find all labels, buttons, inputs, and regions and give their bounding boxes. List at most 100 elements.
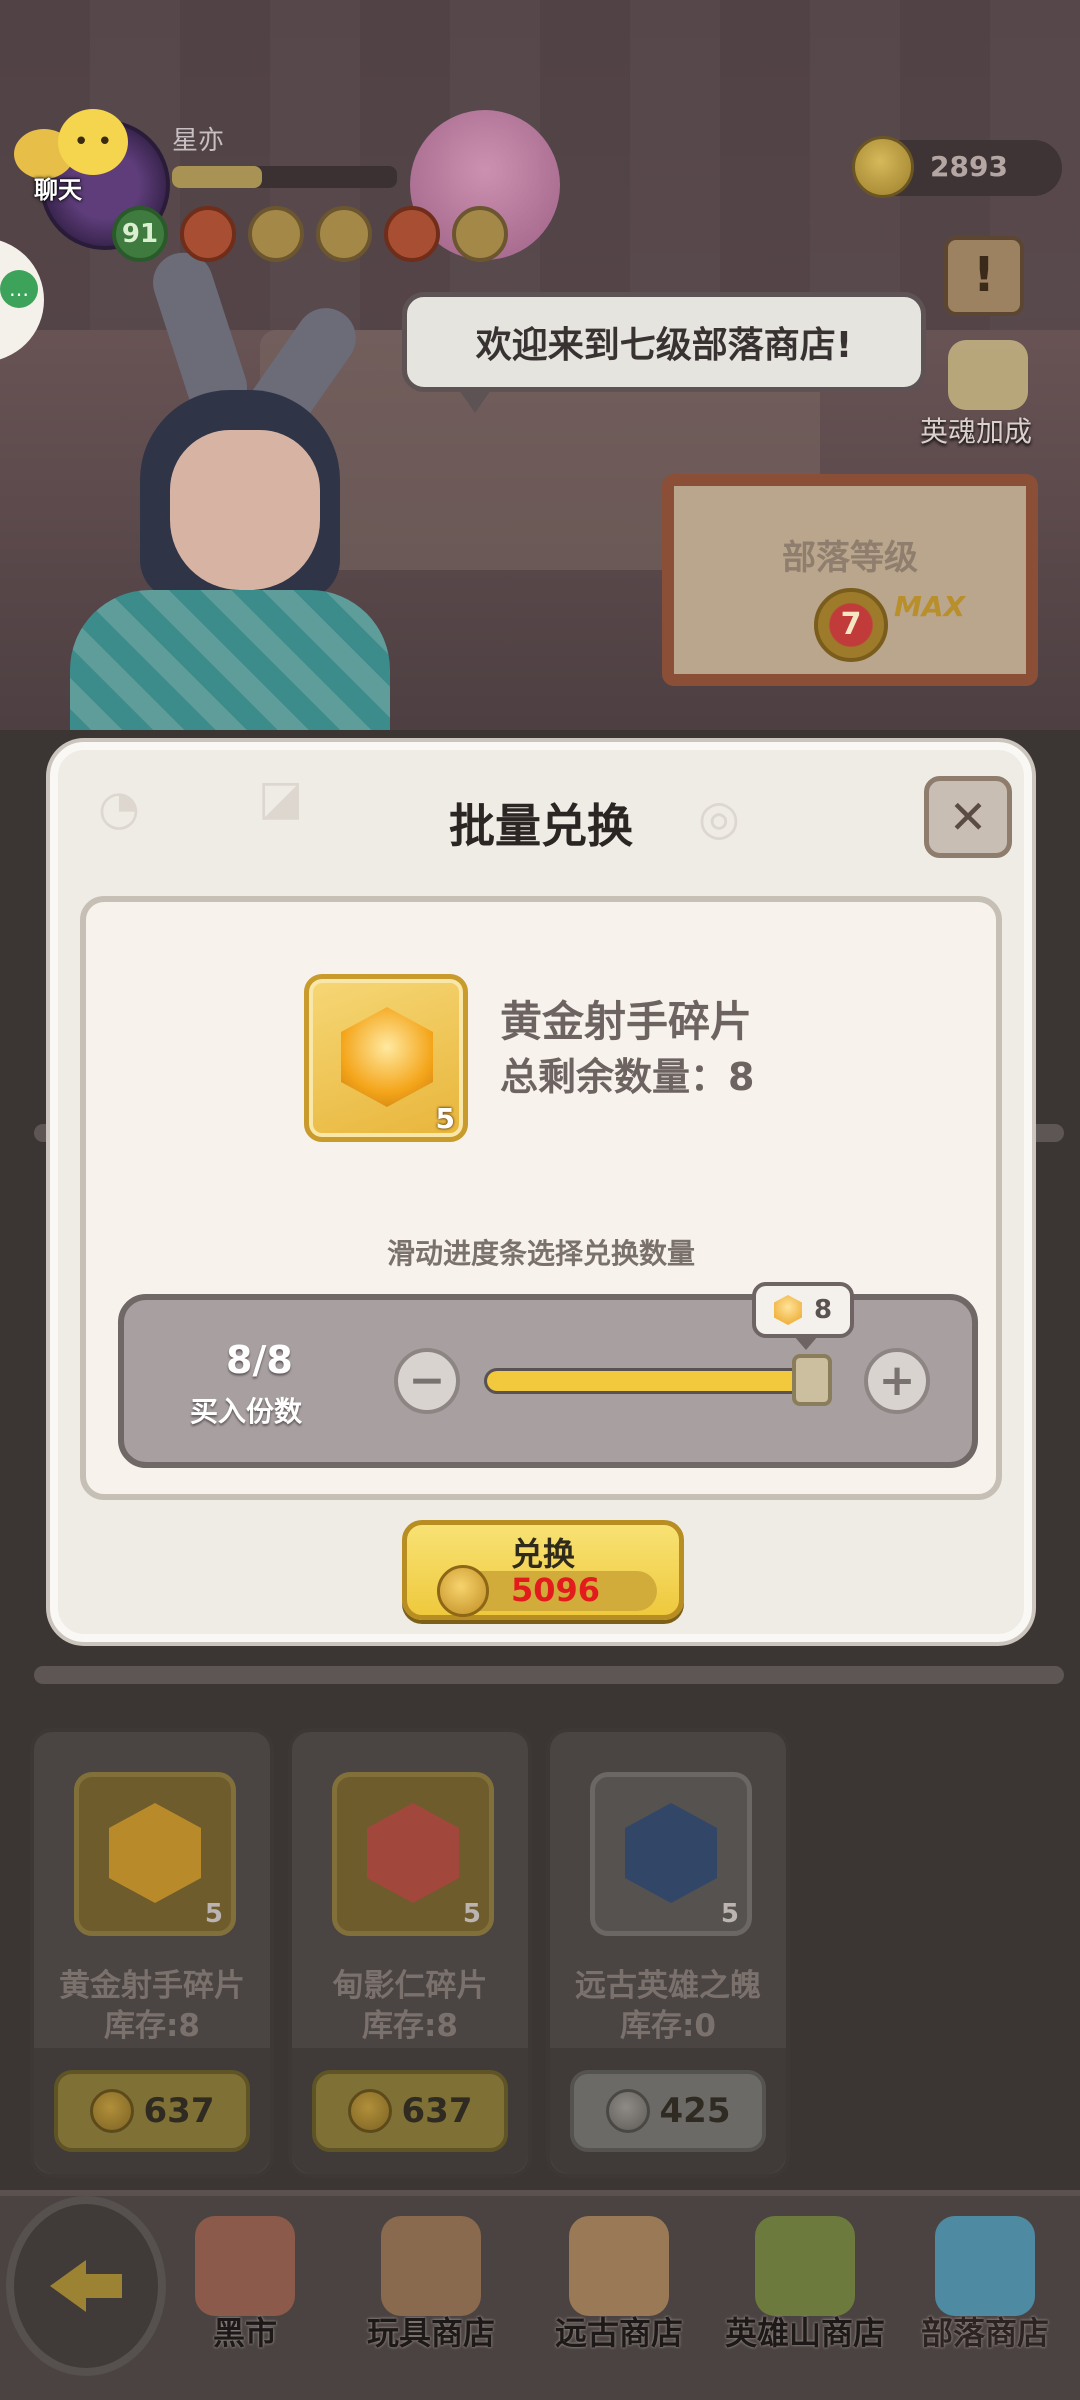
- quantity-label: 买入份数: [190, 1395, 303, 1428]
- hero-soul-icon[interactable]: [948, 340, 1028, 410]
- price-area: 637: [34, 2048, 270, 2174]
- exchange-label: 兑换: [510, 1535, 575, 1573]
- gold-coin-icon: [347, 2089, 392, 2133]
- dialog-title: 批量兑换: [449, 799, 633, 853]
- toy-shop-icon: [381, 2216, 481, 2316]
- message-icon: …: [0, 270, 38, 308]
- xp-bar: [172, 166, 397, 188]
- quantity-slider-track[interactable]: [484, 1368, 830, 1394]
- staff-badge-icon[interactable]: [316, 206, 372, 262]
- shadow-hero-shard-icon: [367, 1803, 459, 1903]
- back-button[interactable]: [6, 2196, 166, 2376]
- item-count: 5: [720, 1899, 739, 1929]
- close-icon: ✕: [948, 790, 988, 844]
- exchange-cost: 5096: [511, 1571, 601, 1609]
- emblem-badge-icon[interactable]: [180, 206, 236, 262]
- price-area: 637: [292, 2048, 528, 2174]
- exchange-button[interactable]: 兑换 5096: [402, 1520, 684, 1620]
- quantity-fraction: 8/8: [226, 1338, 293, 1382]
- price-value: 425: [659, 2091, 731, 2131]
- ancient-hero-soul-icon: [625, 1803, 717, 1903]
- silver-coin-icon: [605, 2089, 650, 2133]
- item-count: 5: [204, 1899, 223, 1929]
- shield-badge-icon[interactable]: [384, 206, 440, 262]
- item-stock: 库存:8: [362, 2008, 458, 2044]
- price-value: 637: [401, 2091, 473, 2131]
- slider-hint: 滑动进度条选择兑换数量: [386, 1237, 695, 1270]
- shop-rail: [34, 1666, 1064, 1684]
- item-count: 5: [435, 1102, 455, 1135]
- minus-icon: −: [408, 1355, 446, 1406]
- black-market-icon: [195, 2216, 295, 2316]
- item-icon-box: 5: [332, 1772, 494, 1936]
- nav-hero-mountain-shop[interactable]: 英雄山商店: [710, 2210, 900, 2390]
- nav-tribe-shop[interactable]: 部落商店: [890, 2210, 1080, 2390]
- npc-face: [170, 430, 320, 590]
- tribe-shop-icon: [935, 2216, 1035, 2316]
- price-area: 425: [550, 2048, 786, 2174]
- golden-archer-shard-icon: [341, 1007, 433, 1107]
- nav-label: 英雄山商店: [724, 2314, 885, 2352]
- golden-archer-shard-icon: [109, 1803, 201, 1903]
- nav-toy-shop[interactable]: 玩具商店: [336, 2210, 526, 2390]
- nav-black-market[interactable]: 黑市: [150, 2210, 340, 2390]
- tribe-level-badge: 7: [814, 588, 888, 662]
- tribe-level-title: 部落等级: [782, 538, 918, 578]
- npc-body: [70, 590, 390, 730]
- notice-icon[interactable]: !: [944, 236, 1024, 316]
- chat-bubble-face-icon: • •: [58, 109, 128, 175]
- coin-counter[interactable]: 2893: [852, 136, 1062, 198]
- item-stock: 库存:0: [620, 2008, 716, 2044]
- item-name: 黄金射手碎片: [59, 1968, 245, 2004]
- coin-amount: 2893: [930, 150, 1008, 183]
- item-icon-box: 5: [74, 1772, 236, 1936]
- exchange-panel: 5 黄金射手碎片 总剩余数量：8 滑动进度条选择兑换数量 8/8 买入份数 − …: [80, 896, 1002, 1500]
- nav-label: 远古商店: [554, 2314, 683, 2352]
- item-remaining: 总剩余数量：8: [500, 1055, 755, 1099]
- increase-button[interactable]: +: [864, 1348, 930, 1414]
- back-arrow-icon: [50, 2260, 86, 2312]
- player-name: 星亦: [172, 126, 225, 156]
- hero-mountain-icon: [755, 2216, 855, 2316]
- ancient-shop-icon: [569, 2216, 669, 2316]
- claw-badge-icon[interactable]: [452, 206, 508, 262]
- gold-coin-icon: [89, 2089, 134, 2133]
- shard-mini-icon: [773, 1295, 802, 1325]
- tribe-level-max: MAX: [894, 590, 966, 623]
- slider-handle[interactable]: [792, 1354, 832, 1406]
- buy-button[interactable]: 425: [570, 2070, 766, 2152]
- tribe-level-sign: 部落等级 7 MAX: [662, 474, 1038, 686]
- gold-coin-icon: [437, 1565, 489, 1617]
- slider-tooltip: 8: [752, 1282, 854, 1350]
- npc-speech-bubble: 欢迎来到七级部落商店!: [402, 292, 926, 413]
- nav-label: 玩具商店: [366, 2314, 495, 2352]
- plus-icon: +: [878, 1355, 916, 1406]
- bulk-exchange-dialog: ◔ ◪ ◎ 批量兑换 ✕ 5 黄金射手碎片 总剩余数量：8 滑动进度条选择兑换数…: [50, 742, 1032, 1642]
- shop-card[interactable]: 5 远古英雄之魄 库存:0 425: [546, 1728, 790, 2178]
- item-icon-box: 5: [590, 1772, 752, 1936]
- shop-card[interactable]: 5 黄金射手碎片 库存:8 637: [30, 1728, 274, 2178]
- item-stock: 库存:8: [104, 2008, 200, 2044]
- badge-row: 91: [112, 206, 508, 262]
- decrease-button[interactable]: −: [394, 1348, 460, 1414]
- price-value: 637: [143, 2091, 215, 2131]
- close-button[interactable]: ✕: [924, 776, 1012, 858]
- item-name: 黄金射手碎片: [500, 997, 753, 1046]
- item-icon-box: 5: [304, 974, 468, 1142]
- buy-button[interactable]: 637: [312, 2070, 508, 2152]
- item-count: 5: [462, 1899, 481, 1929]
- bow-badge-icon[interactable]: [248, 206, 304, 262]
- nav-label: 黑市: [212, 2314, 277, 2352]
- item-name: 甸影仁碎片: [332, 1968, 488, 2004]
- item-name: 远古英雄之魄: [575, 1968, 761, 2004]
- slider-fill: [487, 1371, 805, 1391]
- hero-soul-label[interactable]: 英魂加成: [920, 410, 1032, 450]
- gold-coin-icon: [852, 136, 914, 198]
- nav-ancient-shop[interactable]: 远古商店: [524, 2210, 714, 2390]
- buy-button[interactable]: 637: [54, 2070, 250, 2152]
- level-badge[interactable]: 91: [112, 206, 168, 262]
- shop-card[interactable]: 5 甸影仁碎片 库存:8 637: [288, 1728, 532, 2178]
- slider-tooltip-value: 8: [813, 1295, 833, 1325]
- nav-label: 部落商店: [920, 2314, 1049, 2352]
- chat-label: 聊天: [34, 176, 82, 204]
